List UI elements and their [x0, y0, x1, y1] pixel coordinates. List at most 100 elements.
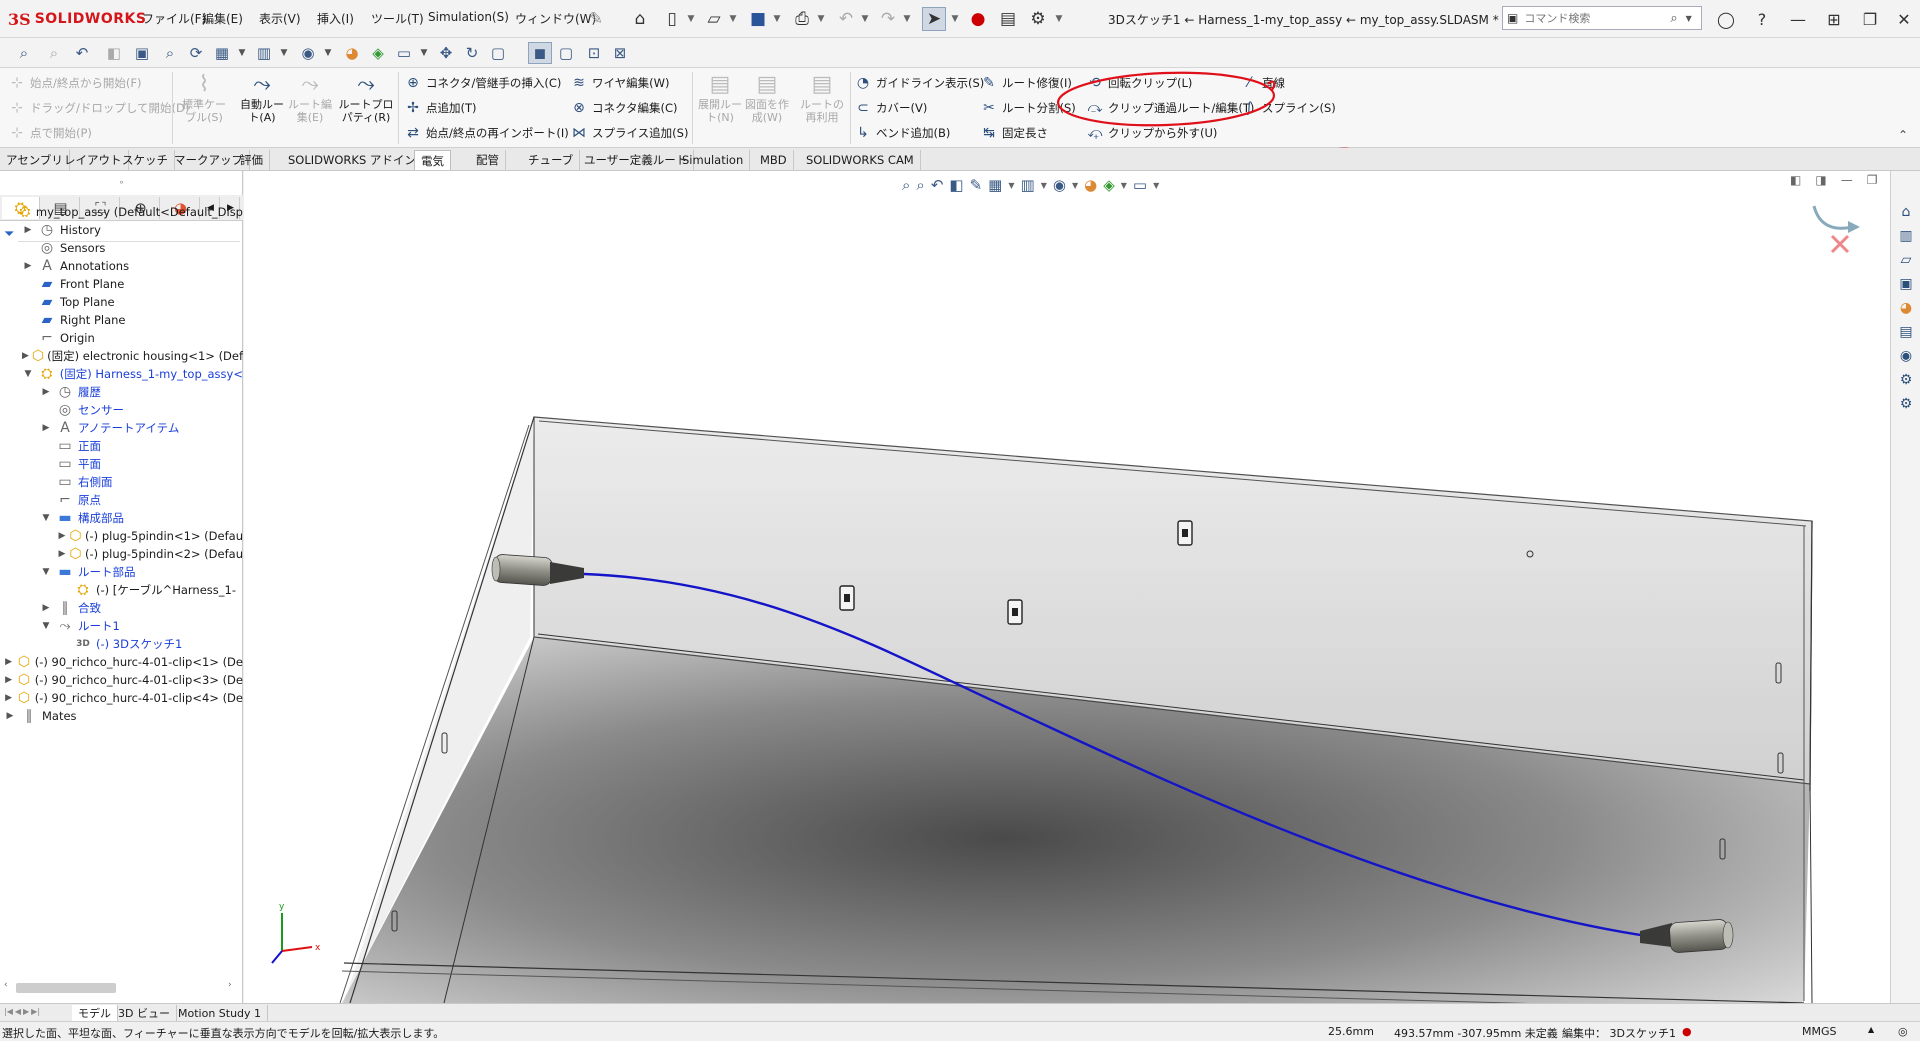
section-box-icon[interactable]: ⊠ [608, 42, 632, 64]
chevron-down-icon[interactable]: ▼ [1072, 181, 1078, 190]
tile-windows-icon[interactable]: ⊞ [1820, 6, 1848, 32]
chevron-down-icon[interactable]: ▼ [1153, 181, 1159, 190]
chevron-down-icon[interactable]: ▼ [816, 7, 826, 31]
chevron-down-icon[interactable]: ▼ [950, 7, 960, 31]
chevron-down-icon[interactable]: ▼ [902, 7, 912, 31]
hide-show-items-icon[interactable]: ◉ [1053, 176, 1066, 194]
chevron-up-icon[interactable]: ▲ [1868, 1025, 1874, 1034]
scroll-right-icon[interactable]: › [228, 980, 232, 990]
undo-icon[interactable]: ↶ [834, 7, 858, 31]
split-view-right-icon[interactable]: ◨ [1815, 173, 1826, 187]
restore-icon[interactable]: ❐ [1867, 173, 1878, 187]
menu-simulation[interactable]: Simulation(S) [428, 10, 509, 24]
chevron-down-icon[interactable]: ▼ [860, 7, 870, 31]
help-icon[interactable]: ? [1748, 6, 1776, 32]
expand-arrow-icon[interactable]: ▶ [22, 225, 34, 235]
save-icon[interactable]: ■ [746, 7, 770, 31]
help-bubble-icon[interactable]: ◎ [1898, 1025, 1908, 1038]
expand-arrow-icon[interactable]: ▶ [22, 261, 34, 271]
tree-item[interactable]: ▶ ∥ Mates [4, 705, 243, 727]
cable-clip-1[interactable] [839, 585, 855, 611]
expand-arrow-icon[interactable]: ▶ [40, 387, 52, 397]
add-bend-button[interactable]: ↳ ベンド追加(B) [854, 122, 950, 144]
zoom-to-area-icon[interactable]: ⌕ [42, 42, 66, 64]
zoom-in-out-icon[interactable]: ⌕ [158, 42, 182, 64]
chevron-down-icon[interactable]: ▼ [236, 42, 248, 64]
new-document-icon[interactable]: ▯ [660, 7, 684, 31]
command-search-box[interactable]: ▣ ⌕ ▼ [1502, 6, 1702, 30]
previous-view-icon[interactable]: ↶ [931, 176, 944, 194]
close-icon[interactable]: ✕ [1890, 6, 1918, 32]
horizontal-scrollbar[interactable]: ‹ › [4, 979, 238, 995]
show-guidelines-button[interactable]: ◔ ガイドライン表示(S) [854, 72, 984, 94]
covering-button[interactable]: ⊂ カバー(V) [854, 97, 927, 119]
tab-tubing[interactable]: チューブ [522, 150, 581, 170]
home-icon[interactable]: ⌂ [628, 7, 652, 31]
menu-edit[interactable]: 編集(E) [202, 10, 243, 27]
expand-arrow-icon[interactable]: ▶ [40, 423, 52, 433]
open-folder-icon[interactable]: ▱ [702, 7, 726, 31]
tab-evaluate[interactable]: 評価 [234, 150, 270, 170]
expand-arrow-icon[interactable]: ▶ [58, 549, 66, 559]
view-box-icon[interactable]: ▢ [486, 42, 510, 64]
fixed-length-button[interactable]: ↹ 固定長さ [980, 122, 1048, 144]
add-point-button[interactable]: ✢ 点追加(T) [404, 97, 476, 119]
view-orientation-icon[interactable]: ▦ [988, 176, 1002, 194]
first-tab-icon[interactable]: |◀ [4, 1007, 13, 1016]
route-properties-button[interactable]: ⤳ ルートプロパティ(R) [338, 72, 394, 124]
shaded-box-icon[interactable]: ◼ [528, 42, 552, 64]
cable-clip-4[interactable] [1177, 520, 1193, 546]
display-style-icon[interactable]: ▥ [252, 42, 276, 64]
expand-arrow-icon[interactable]: ▶ [22, 351, 29, 361]
scroll-left-icon[interactable]: ‹ [4, 980, 8, 990]
zoom-to-fit-icon[interactable]: ⌕ [902, 176, 910, 194]
panel-grip-icon[interactable]: ∘ [0, 171, 243, 195]
chevron-down-icon[interactable]: ▼ [418, 42, 430, 64]
chevron-down-icon[interactable]: ▼ [1041, 181, 1047, 190]
edit-connector-button[interactable]: ⊗ コネクタ編集(C) [570, 97, 677, 119]
tab-3d-view[interactable]: 3D ビュー [112, 1005, 177, 1021]
forum-icon[interactable]: ◉ [1895, 345, 1917, 367]
rebuild-indicator-icon[interactable]: ● [1682, 1025, 1692, 1038]
section-view-icon[interactable]: ◧ [949, 176, 963, 194]
standard-cable-button[interactable]: ⌇ 標準ケーブル(S) [178, 72, 230, 124]
collapse-arrow-icon[interactable]: ▼ [40, 621, 52, 631]
pin-icon[interactable]: ✎ [584, 7, 608, 31]
tab-motion-study[interactable]: Motion Study 1 [172, 1005, 269, 1021]
user-account-icon[interactable]: ◯ [1712, 6, 1740, 32]
tab-electrical[interactable]: 電気 [414, 150, 451, 170]
tab-simulation[interactable]: Simulation [676, 150, 751, 170]
edit-appearance-icon[interactable]: ◕ [340, 42, 364, 64]
collapse-arrow-icon[interactable]: ▼ [40, 567, 52, 577]
menu-insert[interactable]: 挿入(I) [317, 10, 354, 27]
display-style-icon[interactable]: ▥ [1021, 176, 1035, 194]
expand-arrow-icon[interactable]: ▶ [58, 531, 66, 541]
reuse-route-button[interactable]: ▤ ルートの再利用 [796, 72, 848, 124]
expand-arrow-icon[interactable]: ▶ [4, 711, 16, 721]
select-pointer-icon[interactable]: ➤ [922, 7, 946, 31]
last-tab-icon[interactable]: ▶| [31, 1007, 40, 1016]
view-settings-icon[interactable]: ▭ [1133, 176, 1147, 194]
dynamic-annotation-icon[interactable]: ▣ [130, 42, 154, 64]
collapse-arrow-icon[interactable]: ▼ [40, 513, 52, 523]
solidworks-resources-icon[interactable]: ⌂ [1895, 201, 1917, 223]
view-orientation-icon[interactable]: ▦ [210, 42, 234, 64]
design-library-icon[interactable]: ▥ [1895, 225, 1917, 247]
collapse-arrow-icon[interactable]: ▼ [22, 369, 34, 379]
restore-icon[interactable]: ❐ [1856, 6, 1884, 32]
insert-connector-button[interactable]: ⊕ コネクタ/管継手の挿入(C) [404, 72, 561, 94]
chevron-down-icon[interactable]: ▼ [686, 7, 696, 31]
edit-wires-button[interactable]: ≋ ワイヤ編集(W) [570, 72, 669, 94]
expand-arrow-icon[interactable]: ▶ [4, 693, 13, 703]
tab-mbd[interactable]: MBD [754, 150, 794, 170]
collapse-ribbon-icon[interactable]: ⌃ [1898, 128, 1908, 142]
flatten-route-button[interactable]: ▤ 展開ルート(N) [694, 72, 746, 124]
minimize-icon[interactable]: — [1784, 6, 1812, 32]
view-settings-icon[interactable]: ▭ [392, 42, 416, 64]
file-properties-icon[interactable]: ▤ [996, 7, 1020, 31]
start-at-point-button[interactable]: ⊹ 点で開始(P) [8, 122, 92, 144]
rotate-component-icon[interactable]: ↻ [460, 42, 484, 64]
unit-system[interactable]: MMGS [1802, 1025, 1837, 1038]
reimport-from-to-button[interactable]: ⇄ 始点/終点の再インポート(I) [404, 122, 569, 144]
tab-solidworks-addins[interactable]: SOLIDWORKS アドイン [282, 150, 423, 170]
